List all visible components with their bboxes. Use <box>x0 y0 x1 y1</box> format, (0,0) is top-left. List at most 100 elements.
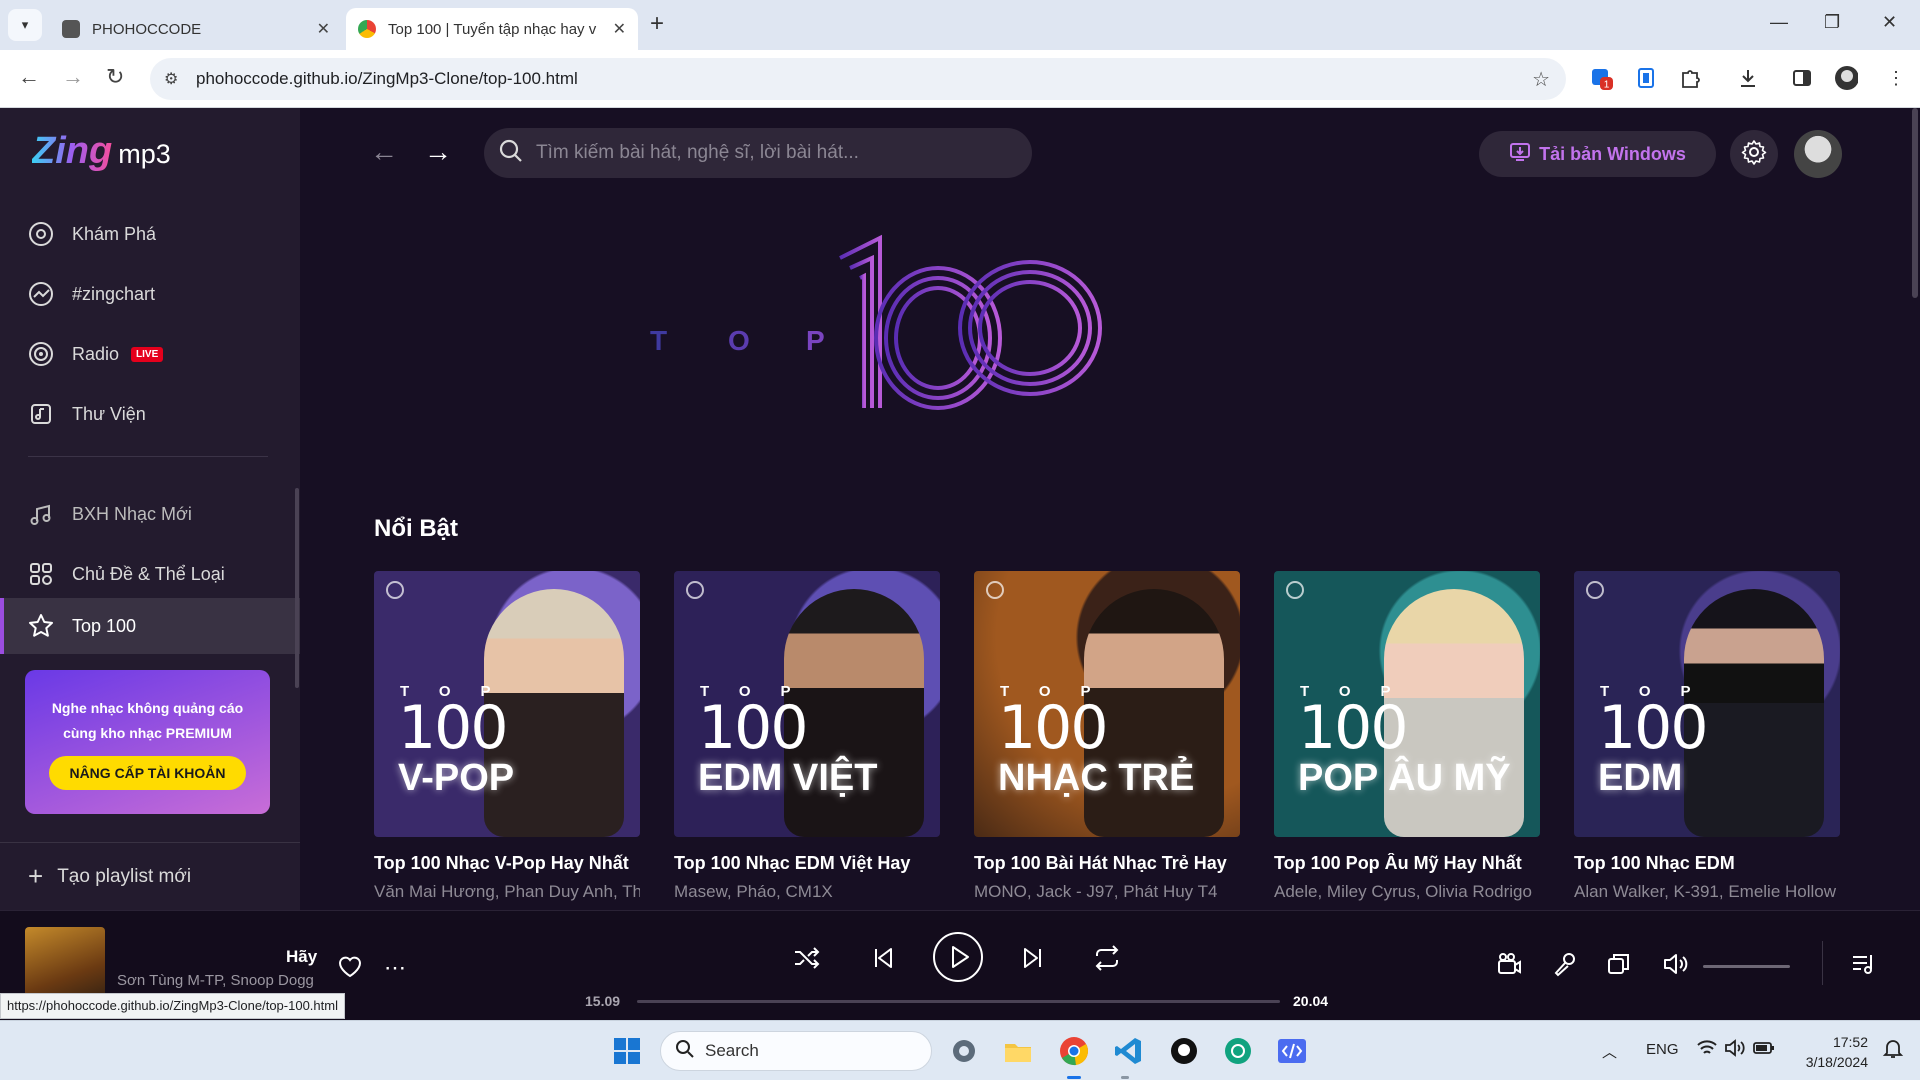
now-playing-artist[interactable]: Sơn Tùng M-TP, Snoop Dogg <box>117 972 314 989</box>
playlist-thumbnail[interactable]: TOP 100 EDM <box>1574 571 1840 837</box>
playlist-artists[interactable]: Văn Mai Hương, Phan Duy Anh, Thịnh Suy <box>374 882 640 902</box>
playlist-artists[interactable]: Adele, Miley Cyrus, Olivia Rodrigo <box>1274 882 1540 902</box>
sidebar-scrollbar[interactable] <box>295 488 299 688</box>
sidebar-item-thu-vien[interactable]: Thư Viện <box>0 386 300 442</box>
heart-icon[interactable] <box>336 953 364 979</box>
nav-forward-arrow-icon[interactable]: → <box>424 136 452 168</box>
settings-button[interactable] <box>1730 130 1778 178</box>
progress-bar[interactable] <box>637 1000 1280 1003</box>
logo-zing-text: Zing <box>32 130 113 172</box>
karaoke-mic-icon[interactable] <box>1552 951 1578 977</box>
settings-app-icon[interactable] <box>946 1033 982 1069</box>
side-panel-icon[interactable] <box>1790 66 1814 90</box>
zing-mp3-logo[interactable]: Zing mp3 <box>32 130 171 173</box>
more-options-icon[interactable]: ⋯ <box>384 955 406 981</box>
clipboard-extension-icon[interactable] <box>1634 66 1658 90</box>
radio-icon <box>28 341 54 367</box>
sidebar-item-bxh-nhac-moi[interactable]: BXH Nhạc Mới <box>0 486 300 542</box>
code-editor-icon[interactable] <box>1274 1033 1310 1069</box>
sidebar-item-chu-de-the-loai[interactable]: Chủ Đề & Thể Loại <box>0 546 300 602</box>
previous-track-icon[interactable] <box>870 945 896 971</box>
chrome-app-icon[interactable] <box>1056 1033 1092 1069</box>
main-content: ← → Tìm kiếm bài hát, nghệ sĩ, lời bài h… <box>300 108 1920 910</box>
site-settings-icon[interactable]: ⚙ <box>164 69 184 89</box>
url-field[interactable]: ⚙ phohoccode.github.io/ZingMp3-Clone/top… <box>150 58 1566 100</box>
premium-promo-box: Nghe nhạc không quảng cáo cùng kho nhạc … <box>25 670 270 814</box>
playlist-thumbnail[interactable]: TOP 100 V-POP <box>374 571 640 837</box>
play-button[interactable] <box>932 931 984 983</box>
playlist-title[interactable]: Top 100 Pop Âu Mỹ Hay Nhất <box>1274 853 1540 874</box>
tab-phohoccode[interactable]: PHOHOCCODE ✕ <box>50 8 342 50</box>
shuffle-icon[interactable] <box>792 943 822 973</box>
chrome-favicon-icon <box>358 20 376 38</box>
extension-icon[interactable]: 1 <box>1590 66 1614 90</box>
repeat-icon[interactable] <box>1092 943 1122 973</box>
playlist-card[interactable]: TOP 100 EDM VIỆT Top 100 Nhạc EDM Việt H… <box>674 571 940 902</box>
sidebar-item-radio[interactable]: Radio LIVE <box>0 326 300 382</box>
new-tab-button[interactable]: + <box>650 10 664 38</box>
puzzle-extensions-icon[interactable] <box>1678 66 1702 90</box>
playlist-card[interactable]: TOP 100 EDM Top 100 Nhạc EDM Alan Walker… <box>1574 571 1840 902</box>
playlist-card[interactable]: TOP 100 NHẠC TRẺ Top 100 Bài Hát Nhạc Tr… <box>974 571 1240 902</box>
playlist-artists[interactable]: Alan Walker, K-391, Emelie Hollow <box>1574 882 1840 902</box>
status-bar-url: https://phohoccode.github.io/ZingMp3-Clo… <box>0 993 345 1019</box>
playlist-artists[interactable]: MONO, Jack - J97, Phát Huy T4 <box>974 882 1240 902</box>
system-clock[interactable]: 17:52 3/18/2024 <box>1796 1032 1868 1072</box>
back-icon[interactable]: ← <box>18 64 40 90</box>
sidebar-item-zingchart[interactable]: #zingchart <box>0 266 300 322</box>
playlist-title[interactable]: Top 100 Nhạc V-Pop Hay Nhất <box>374 853 640 874</box>
tab-search-button[interactable]: ▾ <box>8 9 42 41</box>
volume-icon[interactable] <box>1662 951 1688 977</box>
playlist-thumbnail[interactable]: TOP 100 EDM VIỆT <box>674 571 940 837</box>
sidebar-item-kham-pha[interactable]: Khám Phá <box>0 206 300 262</box>
sidebar-item-label: #zingchart <box>72 283 156 304</box>
profile-avatar-icon[interactable] <box>1834 66 1858 90</box>
browser-menu-icon[interactable]: ⋮ <box>1884 66 1908 90</box>
now-playing-title[interactable]: Hãy <box>286 947 317 967</box>
playlist-thumbnail[interactable]: TOP 100 POP ÂU MỸ <box>1274 571 1540 837</box>
playlist-title[interactable]: Top 100 Bài Hát Nhạc Trẻ Hay <box>974 853 1240 874</box>
show-hidden-icons-icon[interactable]: ︿ <box>1602 1041 1617 1062</box>
chatgpt-icon[interactable] <box>1220 1033 1256 1069</box>
playlist-queue-icon[interactable] <box>1850 951 1876 977</box>
sidebar-item-top-100[interactable]: Top 100 <box>0 598 300 654</box>
mini-player-icon[interactable] <box>1606 951 1632 977</box>
nav-back-arrow-icon[interactable]: ← <box>370 136 398 168</box>
main-scrollbar[interactable] <box>1912 108 1918 298</box>
notification-icon[interactable] <box>1882 1037 1904 1063</box>
download-icon[interactable] <box>1736 66 1760 90</box>
battery-icon[interactable] <box>1752 1038 1776 1062</box>
playlist-title[interactable]: Top 100 Nhạc EDM <box>1574 853 1840 874</box>
user-avatar[interactable] <box>1794 130 1842 178</box>
taskbar-search[interactable]: Search <box>660 1031 932 1071</box>
playlist-card[interactable]: TOP 100 V-POP Top 100 Nhạc V-Pop Hay Nhấ… <box>374 571 640 902</box>
wifi-icon[interactable] <box>1696 1038 1718 1062</box>
forward-icon[interactable]: → <box>62 64 84 90</box>
close-window-icon[interactable]: ✕ <box>1882 12 1897 33</box>
download-windows-button[interactable]: Tải bản Windows <box>1479 131 1716 177</box>
disc-icon <box>28 221 54 247</box>
reload-icon[interactable]: ↻ <box>106 64 124 90</box>
playlist-card[interactable]: TOP 100 POP ÂU MỸ Top 100 Pop Âu Mỹ Hay … <box>1274 571 1540 902</box>
next-track-icon[interactable] <box>1020 945 1046 971</box>
file-explorer-icon[interactable] <box>1000 1033 1036 1069</box>
create-playlist-button[interactable]: + Tạo playlist mới <box>0 842 300 910</box>
speaker-icon[interactable] <box>1724 1038 1746 1062</box>
search-input[interactable]: Tìm kiếm bài hát, nghệ sĩ, lời bài hát..… <box>484 128 1032 178</box>
mv-icon[interactable] <box>1496 951 1522 977</box>
playlist-title[interactable]: Top 100 Nhạc EDM Việt Hay <box>674 853 940 874</box>
close-tab-icon[interactable]: ✕ <box>317 19 330 39</box>
restore-icon[interactable]: ❐ <box>1824 12 1840 33</box>
minimize-icon[interactable]: — <box>1770 12 1788 33</box>
github-icon[interactable] <box>1166 1033 1202 1069</box>
bookmark-star-icon[interactable]: ☆ <box>1532 67 1550 92</box>
close-tab-icon[interactable]: ✕ <box>613 19 626 39</box>
upgrade-account-button[interactable]: NÂNG CẤP TÀI KHOẢN <box>49 756 246 790</box>
playlist-thumbnail[interactable]: TOP 100 NHẠC TRẺ <box>974 571 1240 837</box>
volume-slider[interactable] <box>1703 965 1790 968</box>
tab-top-100[interactable]: Top 100 | Tuyển tập nhạc hay v ✕ <box>346 8 638 50</box>
language-indicator[interactable]: ENG <box>1646 1041 1679 1058</box>
vscode-icon[interactable] <box>1110 1033 1146 1069</box>
windows-start-icon[interactable] <box>609 1033 645 1069</box>
playlist-artists[interactable]: Masew, Pháo, CM1X <box>674 882 940 902</box>
